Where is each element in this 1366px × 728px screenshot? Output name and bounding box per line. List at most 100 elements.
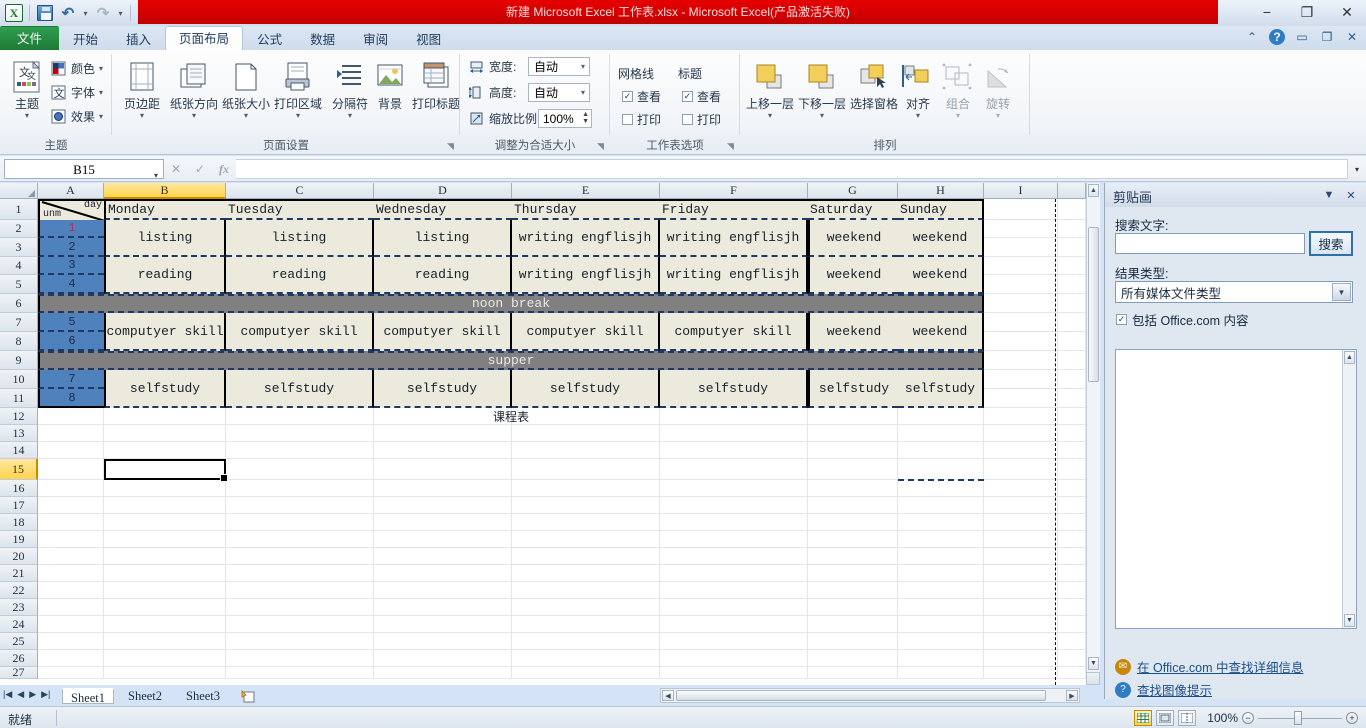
grid-cell[interactable] <box>898 548 984 565</box>
print-area-caret[interactable]: ▾ <box>270 111 326 120</box>
grid-cell[interactable] <box>226 497 374 514</box>
period-number-2[interactable]: 2 <box>38 238 104 257</box>
course-cell-H-2[interactable]: weekend <box>898 257 984 294</box>
course-cell-F-2[interactable]: writing engflisjh <box>660 257 808 294</box>
print-area-button[interactable]: 打印区域 ▾ <box>270 56 326 120</box>
gridlines-print-checkbox[interactable]: 打印 <box>622 111 661 128</box>
course-cell-D-2[interactable]: reading <box>374 257 512 294</box>
grid-cell[interactable] <box>808 599 898 616</box>
sheet-tab-sheet1[interactable]: Sheet1 <box>62 688 115 705</box>
period-number-6[interactable]: 6 <box>38 332 104 351</box>
row-header-18[interactable]: 18 <box>0 514 38 531</box>
results-scrollbar[interactable]: ▲ ▼ <box>1342 350 1356 628</box>
include-office-content-checkbox[interactable]: ✓ 包括 Office.com 内容 <box>1116 310 1248 329</box>
grid-cell[interactable] <box>374 531 512 548</box>
grid-cell[interactable] <box>38 650 104 667</box>
period-number-5[interactable]: 5 <box>38 313 104 332</box>
grid-cell[interactable] <box>660 497 808 514</box>
grid-cell[interactable] <box>374 442 512 459</box>
grid-cell[interactable] <box>984 442 1058 459</box>
theme-fonts-button[interactable]: 文 字体 ▾ <box>50 84 103 101</box>
column-header-B[interactable]: B <box>104 183 226 199</box>
grid-cell[interactable] <box>898 599 984 616</box>
grid-cell[interactable] <box>898 565 984 582</box>
zoom-out-button[interactable]: − <box>1242 712 1254 724</box>
row-header-22[interactable]: 22 <box>0 582 38 599</box>
grid-cell[interactable] <box>374 616 512 633</box>
course-cell-C-4[interactable]: selfstudy <box>226 370 374 408</box>
column-header-I[interactable]: I <box>984 183 1058 199</box>
grid-cell[interactable] <box>984 531 1058 548</box>
day-header-E[interactable]: Thursday <box>512 199 660 220</box>
theme-fonts-caret[interactable]: ▾ <box>99 88 103 97</box>
corner-cell-unm-day[interactable]: unm day <box>38 199 104 220</box>
course-cell-E-2[interactable]: writing engflisjh <box>512 257 660 294</box>
themes-button[interactable]: 文 文 主题 ▾ <box>4 56 50 120</box>
results-scroll-up-icon[interactable]: ▲ <box>1344 351 1355 364</box>
grid-cell[interactable] <box>1058 275 1086 294</box>
course-cell-G-4[interactable]: selfstudy <box>808 370 898 408</box>
grid-cell[interactable] <box>984 238 1058 257</box>
worksheet-grid[interactable]: B A C D E F G H I 1 2 3 4 5 6 7 8 9 10 11 12 13 14 15 1… <box>0 183 1100 685</box>
grid-cell[interactable] <box>512 425 660 442</box>
day-header-C[interactable]: Tuesday <box>226 199 374 220</box>
grid-cell[interactable] <box>898 667 984 679</box>
column-header-E[interactable]: E <box>512 183 660 199</box>
grid-cell[interactable] <box>898 459 984 480</box>
rotate-button[interactable]: 旋转 ▾ <box>978 56 1018 120</box>
grid-cell[interactable] <box>660 480 808 497</box>
grid-cell[interactable] <box>104 514 226 531</box>
grid-cell[interactable] <box>226 633 374 650</box>
grid-cell[interactable] <box>226 599 374 616</box>
scale-width-combo[interactable]: 自动 ▾ <box>528 57 590 76</box>
grid-cell[interactable] <box>1058 582 1086 599</box>
grid-cell[interactable] <box>984 616 1058 633</box>
align-caret[interactable]: ▾ <box>898 111 938 120</box>
grid-cell[interactable] <box>808 633 898 650</box>
grid-cell[interactable] <box>808 650 898 667</box>
grid-cell[interactable] <box>226 565 374 582</box>
row-header-3[interactable]: 3 <box>0 238 38 257</box>
grid-cell[interactable] <box>374 425 512 442</box>
grid-cell[interactable] <box>38 633 104 650</box>
grid-cell[interactable] <box>984 275 1058 294</box>
grid-cell[interactable] <box>660 633 808 650</box>
grid-cell[interactable] <box>984 599 1058 616</box>
period-number-3[interactable]: 3 <box>38 257 104 275</box>
grid-cell[interactable] <box>660 616 808 633</box>
page-setup-dialog-launcher[interactable]: ◥ <box>445 141 456 152</box>
row-header-16[interactable]: 16 <box>0 480 38 497</box>
scale-to-fit-dialog-launcher[interactable]: ◥ <box>595 141 606 152</box>
grid-cell[interactable] <box>808 459 898 480</box>
clip-art-search-button[interactable]: 搜索 <box>1309 231 1353 256</box>
height-combo-caret[interactable]: ▾ <box>581 88 585 97</box>
grid-cell[interactable] <box>984 257 1058 275</box>
grid-cell[interactable] <box>38 459 104 480</box>
redo-dropdown-icon[interactable]: ▾ <box>116 3 125 23</box>
formula-input[interactable] <box>236 159 1348 179</box>
row-header-11[interactable]: 11 <box>0 389 38 408</box>
grid-cell[interactable] <box>38 582 104 599</box>
grid-cell[interactable] <box>374 582 512 599</box>
vertical-scroll-thumb[interactable] <box>1088 227 1099 382</box>
grid-cell[interactable] <box>226 531 374 548</box>
grid-cell[interactable] <box>226 442 374 459</box>
row-header-19[interactable]: 19 <box>0 531 38 548</box>
grid-cell[interactable] <box>1058 313 1086 332</box>
send-backward-button[interactable]: 下移一层 ▾ <box>794 56 850 120</box>
grid-cell[interactable] <box>226 459 374 480</box>
grid-cell[interactable] <box>374 633 512 650</box>
tab-data[interactable]: 数据 <box>296 28 349 50</box>
send-backward-caret[interactable]: ▾ <box>794 111 850 120</box>
grid-cell[interactable] <box>38 548 104 565</box>
save-icon[interactable] <box>35 3 55 23</box>
column-header-A[interactable]: A <box>38 183 104 199</box>
break-row-noon-break[interactable]: noon break <box>38 294 984 313</box>
course-cell-C-1[interactable]: listing <box>226 220 374 257</box>
grid-cell[interactable] <box>1058 238 1086 257</box>
grid-cell[interactable] <box>374 667 512 679</box>
office-com-link[interactable]: ✉ 在 Office.com 中查找详细信息 <box>1115 657 1303 676</box>
grid-cell[interactable] <box>226 480 374 497</box>
orientation-caret[interactable]: ▾ <box>166 111 222 120</box>
grid-cell[interactable] <box>1058 514 1086 531</box>
